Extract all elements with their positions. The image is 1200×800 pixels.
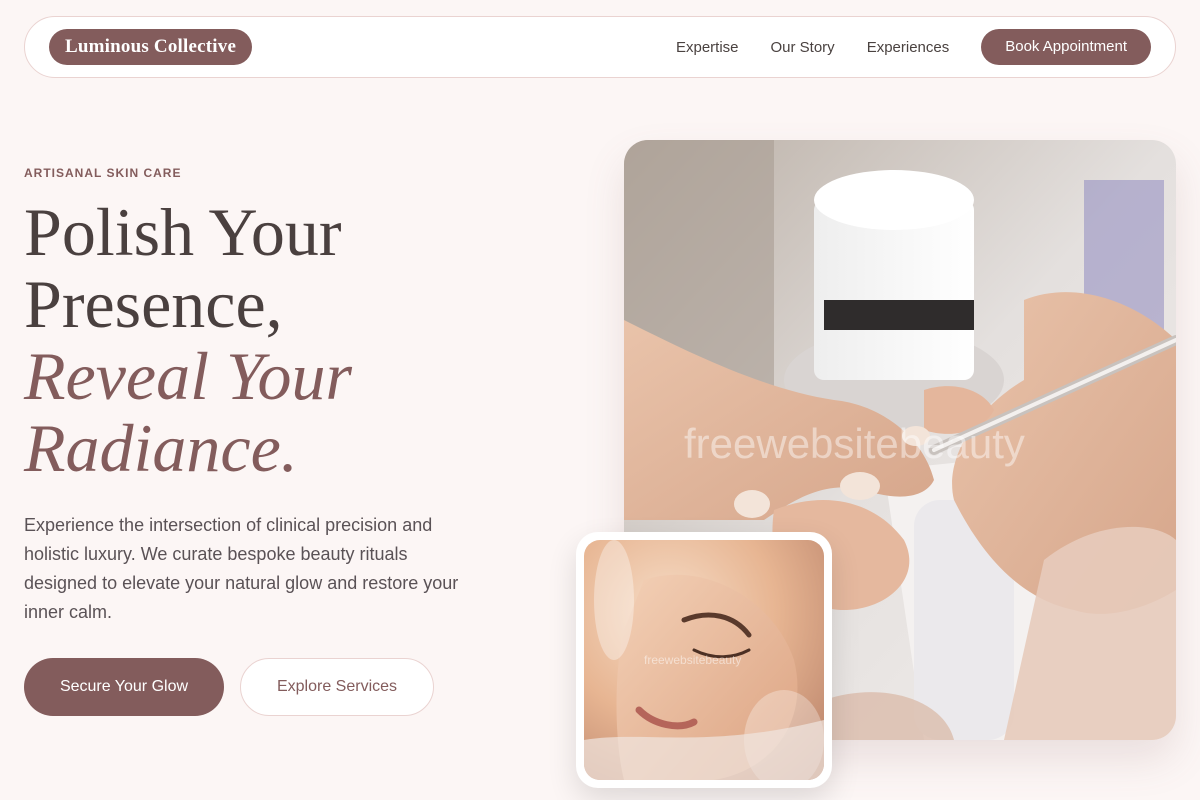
hero-headline: Polish Your Presence, Reveal Your Radian… [24,196,564,484]
secure-your-glow-button[interactable]: Secure Your Glow [24,658,224,716]
explore-services-button[interactable]: Explore Services [240,658,434,716]
hero-lead-paragraph: Experience the intersection of clinical … [24,515,459,622]
nav-links: Expertise Our Story Experiences Book App… [676,29,1151,65]
sub-photo-watermark: freewebsitebeauty [644,653,741,667]
facial-illustration: freewebsitebeauty [584,540,824,780]
book-appointment-button[interactable]: Book Appointment [981,29,1151,65]
nav-link-expertise[interactable]: Expertise [676,39,739,56]
main-photo-watermark: freewebsitebeauty [684,420,1025,467]
headline-accent-1: Reveal Your [24,338,353,414]
headline-line-1: Polish Your [24,194,342,270]
headline-line-2: Presence, [24,266,283,342]
nav-link-our-story[interactable]: Our Story [771,39,835,56]
facial-treatment-card: freewebsitebeauty [576,532,832,788]
headline-accent-2: Radiance. [24,410,298,486]
facial-treatment-photo: freewebsitebeauty [584,540,824,780]
top-navigation: Luminous Collective Expertise Our Story … [24,16,1176,78]
nav-link-experiences[interactable]: Experiences [867,39,950,56]
hero-eyebrow: ARTISANAL SKIN CARE [24,166,182,180]
brand-logo[interactable]: Luminous Collective [49,29,253,65]
